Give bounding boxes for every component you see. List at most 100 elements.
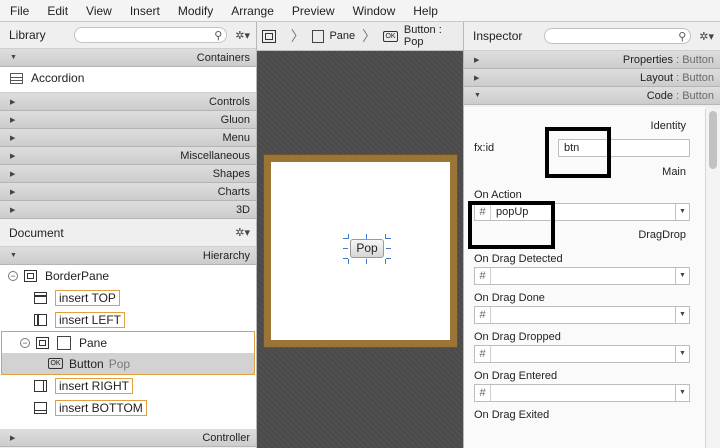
section-charts[interactable]: ▶ Charts: [0, 183, 256, 201]
selection-handle[interactable]: [386, 248, 391, 249]
event-label-drag-entered: On Drag Entered: [474, 370, 558, 382]
left-panel: Library ⚲ ✲▾ ▼ Containers Accordion ▶ Cont…: [0, 22, 257, 448]
library-title: Library: [9, 28, 46, 42]
section-code[interactable]: ▼ Code : Button: [464, 87, 720, 105]
inspector-header: Inspector ⚲ ✲▾: [464, 22, 720, 51]
section-controller[interactable]: ▶ Controller: [0, 429, 256, 447]
tree-row-borderpane[interactable]: − BorderPane: [0, 265, 256, 287]
library-gear-icon[interactable]: ✲▾: [235, 29, 250, 42]
collapse-icon[interactable]: −: [8, 271, 18, 281]
selection-handle[interactable]: [343, 248, 348, 249]
event-field-drag-dropped[interactable]: # ▼: [474, 345, 690, 363]
triangle-right-icon: ▶: [10, 188, 16, 196]
triangle-right-icon: ▶: [10, 206, 16, 214]
inspector-search-input[interactable]: ⚲: [544, 28, 692, 44]
canvas-area: 〉 Pane 〉 OK Button : Pop Pop: [257, 22, 463, 448]
tree-row-insert-right[interactable]: insert RIGHT: [0, 375, 256, 397]
tree-row-button[interactable]: OK Button Pop: [2, 353, 254, 374]
tree-center-group: − Pane OK Button Pop: [1, 331, 255, 375]
dropdown-arrow-icon[interactable]: ▼: [675, 268, 689, 284]
section-hierarchy[interactable]: ▼ Hierarchy: [0, 247, 256, 265]
scene-pane[interactable]: Pop: [263, 154, 458, 348]
selection-handle[interactable]: [385, 259, 386, 264]
tree-row-insert-top[interactable]: insert TOP: [0, 287, 256, 309]
dropdown-arrow-icon[interactable]: ▼: [675, 204, 689, 220]
section-layout[interactable]: ▶ Layout : Button: [464, 69, 720, 87]
placeholder-insert-top: insert TOP: [55, 290, 120, 306]
section-controls[interactable]: ▶ Controls: [0, 93, 256, 111]
menu-insert[interactable]: Insert: [120, 4, 168, 18]
section-shapes[interactable]: ▶ Shapes: [0, 165, 256, 183]
document-gear-icon[interactable]: ✲▾: [235, 226, 250, 239]
menu-help[interactable]: Help: [403, 4, 446, 18]
annotation-box-fxid: [545, 127, 611, 178]
insert-right-icon: [34, 380, 47, 392]
section-properties[interactable]: ▶ Properties : Button: [464, 51, 720, 69]
menu-preview[interactable]: Preview: [282, 4, 343, 18]
button-ok-icon: OK: [48, 358, 63, 369]
triangle-right-icon: ▶: [474, 74, 480, 82]
selection-handle[interactable]: [366, 234, 367, 239]
event-label-drag-detected: On Drag Detected: [474, 253, 563, 265]
event-field-drag-done[interactable]: # ▼: [474, 306, 690, 324]
dropdown-arrow-icon[interactable]: ▼: [675, 385, 689, 401]
menu-window[interactable]: Window: [343, 4, 404, 18]
inspector-panel: Inspector ⚲ ✲▾ ▶ Properties : Button ▶ Lay…: [463, 22, 720, 448]
inspector-gear-icon[interactable]: ✲▾: [699, 30, 714, 43]
menu-arrange[interactable]: Arrange: [221, 4, 282, 18]
inspector-scrollbar[interactable]: [705, 109, 720, 448]
breadcrumb-separator: 〉: [290, 28, 305, 44]
section-gluon[interactable]: ▶ Gluon: [0, 111, 256, 129]
menu-bar: File Edit View Insert Modify Arrange Pre…: [0, 0, 720, 22]
tree-spacer: [0, 419, 256, 429]
menu-file[interactable]: File: [0, 4, 37, 18]
tree-row-insert-bottom[interactable]: insert BOTTOM: [0, 397, 256, 419]
button-crumb-icon: OK: [383, 30, 398, 42]
document-title: Document: [9, 225, 64, 240]
selection-handle[interactable]: [348, 234, 349, 239]
tree-row-insert-left[interactable]: insert LEFT: [0, 309, 256, 331]
library-header: Library ⚲ ✲▾: [0, 22, 256, 49]
section-menu[interactable]: ▶ Menu: [0, 129, 256, 147]
document-header: Document ✲▾: [0, 219, 256, 247]
library-item-accordion[interactable]: Accordion: [0, 67, 256, 89]
insert-left-icon: [34, 314, 47, 326]
dropdown-arrow-icon[interactable]: ▼: [675, 307, 689, 323]
selection-handle[interactable]: [343, 238, 348, 239]
menu-edit[interactable]: Edit: [37, 4, 76, 18]
selection-handle[interactable]: [366, 259, 367, 264]
event-label-drag-exited: On Drag Exited: [474, 409, 550, 421]
button-text-hint: Pop: [108, 356, 131, 371]
event-field-drag-detected[interactable]: # ▼: [474, 267, 690, 285]
section-containers[interactable]: ▼ Containers: [0, 49, 256, 67]
triangle-right-icon: ▶: [10, 116, 16, 124]
library-search-input[interactable]: ⚲: [74, 27, 228, 43]
scrollbar-thumb[interactable]: [709, 111, 717, 169]
fxid-label: fx:id: [474, 142, 495, 154]
triangle-down-icon: ▼: [10, 54, 17, 61]
selection-handle[interactable]: [343, 258, 348, 259]
section-3d[interactable]: ▶ 3D: [0, 201, 256, 219]
breadcrumb-button[interactable]: Button : Pop: [404, 24, 463, 48]
triangle-right-icon: ▶: [10, 134, 16, 142]
section-miscellaneous[interactable]: ▶ Miscellaneous: [0, 147, 256, 165]
pop-button[interactable]: Pop: [350, 239, 384, 258]
tree-row-pane[interactable]: − Pane: [2, 332, 254, 353]
inspector-title: Inspector: [473, 29, 523, 43]
event-field-drag-entered[interactable]: # ▼: [474, 384, 690, 402]
pane-crumb-icon: [311, 29, 325, 43]
breadcrumb-separator: 〉: [362, 28, 377, 44]
search-icon: ⚲: [214, 30, 223, 42]
selection-handle[interactable]: [386, 258, 391, 259]
placeholder-insert-left: insert LEFT: [55, 312, 126, 328]
dropdown-arrow-icon[interactable]: ▼: [675, 346, 689, 362]
breadcrumb-pane[interactable]: Pane: [329, 30, 355, 42]
menu-view[interactable]: View: [76, 4, 120, 18]
menu-modify[interactable]: Modify: [168, 4, 221, 18]
selection-handle[interactable]: [348, 259, 349, 264]
selection-handle[interactable]: [386, 238, 391, 239]
borderpane-crumb-icon[interactable]: [262, 29, 276, 43]
triangle-right-icon: ▶: [474, 56, 480, 64]
collapse-icon[interactable]: −: [20, 337, 30, 348]
insert-bottom-icon: [34, 402, 47, 414]
